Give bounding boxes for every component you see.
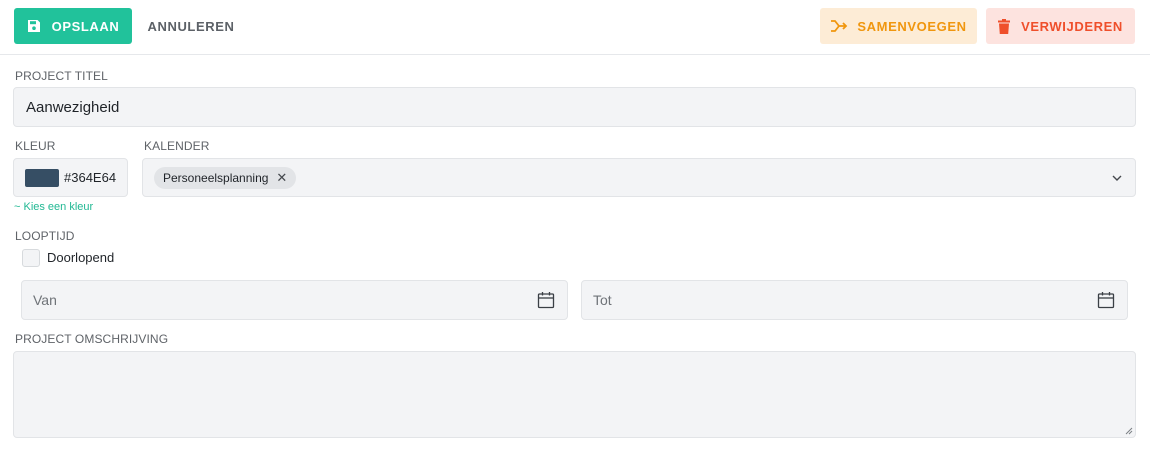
toolbar: OPSLAAN ANNULEREN SAMENVOEGEN VERWIJDERE… (0, 0, 1150, 55)
remove-chip-icon[interactable]: ✕ (276, 170, 287, 186)
color-label: KLEUR (15, 139, 56, 153)
merge-button[interactable]: SAMENVOEGEN (820, 8, 977, 44)
delete-label: VERWIJDEREN (1021, 18, 1123, 34)
calendar-label: KALENDER (144, 139, 210, 153)
resize-handle-icon[interactable] (1125, 427, 1133, 435)
delete-button[interactable]: VERWIJDEREN (986, 8, 1135, 44)
calendar-chip-label: Personeelsplanning (163, 170, 269, 185)
to-date-input[interactable]: Tot (581, 280, 1128, 320)
cancel-button[interactable]: ANNULEREN (136, 8, 246, 44)
calendar-icon[interactable] (1097, 291, 1115, 309)
title-input[interactable]: Aanwezigheid (13, 87, 1136, 127)
calendar-select[interactable]: Personeelsplanning ✕ (142, 158, 1136, 197)
to-date-placeholder: Tot (593, 292, 612, 308)
calendar-icon[interactable] (537, 291, 555, 309)
duration-label: LOOPTIJD (15, 229, 75, 243)
cancel-label: ANNULEREN (147, 18, 235, 34)
save-label: OPSLAAN (51, 18, 120, 34)
description-textarea[interactable] (13, 351, 1136, 438)
color-field[interactable]: #364E64 (13, 158, 128, 197)
save-button[interactable]: OPSLAAN (14, 8, 132, 44)
color-swatch[interactable] (25, 168, 59, 187)
description-label: PROJECT OMSCHRIJVING (15, 332, 169, 346)
title-label: PROJECT TITEL (15, 69, 108, 83)
ongoing-checkbox[interactable] (22, 249, 40, 267)
floppy-disk-icon (27, 20, 40, 32)
trash-icon (998, 18, 1011, 34)
from-date-input[interactable]: Van (21, 280, 568, 320)
from-date-placeholder: Van (33, 292, 57, 308)
merge-label: SAMENVOEGEN (857, 18, 967, 34)
merge-arrow-icon (831, 20, 848, 32)
ongoing-label[interactable]: Doorlopend (47, 250, 114, 265)
chevron-down-icon[interactable] (1111, 172, 1123, 184)
pick-color-link[interactable]: ~ Kies een kleur (14, 201, 93, 213)
calendar-chip: Personeelsplanning ✕ (154, 166, 297, 189)
color-hex-value: #364E64 (64, 170, 117, 185)
title-value: Aanwezigheid (26, 98, 120, 116)
